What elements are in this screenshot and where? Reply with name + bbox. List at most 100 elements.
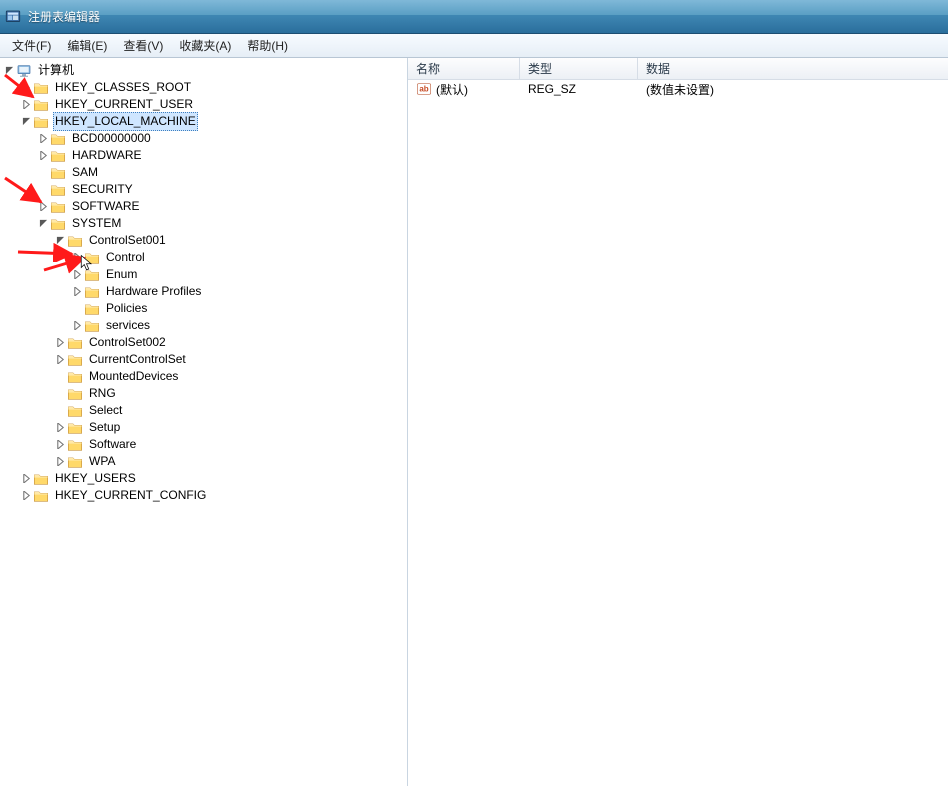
tree-item-label: Policies — [104, 300, 149, 317]
tree-item-label: services — [104, 317, 152, 334]
expander-closed-icon[interactable] — [70, 249, 84, 266]
tree-item-label: HARDWARE — [70, 147, 144, 164]
column-header-name[interactable]: 名称 — [408, 58, 520, 79]
column-header-type[interactable]: 类型 — [520, 58, 638, 79]
folder-icon — [50, 199, 66, 215]
tree-item-[interactable]: 计算机 — [2, 62, 407, 79]
folder-icon — [50, 148, 66, 164]
tree-item-label: Hardware Profiles — [104, 283, 203, 300]
expander-closed-icon[interactable] — [70, 266, 84, 283]
expander-closed-icon[interactable] — [19, 487, 33, 504]
tree-item-currentcontrolset[interactable]: CurrentControlSet — [2, 351, 407, 368]
menu-help[interactable]: 帮助(H) — [239, 35, 296, 56]
tree-item-setup[interactable]: Setup — [2, 419, 407, 436]
list-header: 名称 类型 数据 — [408, 58, 948, 80]
tree-item-label: CurrentControlSet — [87, 351, 188, 368]
folder-icon — [33, 488, 49, 504]
tree-item-label: HKEY_CURRENT_USER — [53, 96, 195, 113]
value-data: (数值未设置) — [638, 81, 948, 98]
tree-item-services[interactable]: services — [2, 317, 407, 334]
expander-open-icon[interactable] — [19, 113, 33, 130]
tree-item-hkey-local-machine[interactable]: HKEY_LOCAL_MACHINE — [2, 113, 407, 130]
tree-item-label: HKEY_LOCAL_MACHINE — [53, 112, 198, 131]
tree-item-label: HKEY_CLASSES_ROOT — [53, 79, 193, 96]
folder-icon — [84, 267, 100, 283]
value-type: REG_SZ — [520, 82, 638, 96]
list-body[interactable]: ab (默认)REG_SZ(数值未设置) — [408, 80, 948, 786]
expander-closed-icon[interactable] — [53, 334, 67, 351]
expander-closed-icon[interactable] — [70, 317, 84, 334]
tree-item-controlset001[interactable]: ControlSet001 — [2, 232, 407, 249]
expander-closed-icon[interactable] — [53, 453, 67, 470]
menu-edit[interactable]: 编辑(E) — [59, 35, 115, 56]
tree-item-security[interactable]: SECURITY — [2, 181, 407, 198]
expander-open-icon[interactable] — [36, 215, 50, 232]
list-row[interactable]: ab (默认)REG_SZ(数值未设置) — [408, 80, 948, 98]
tree-item-sam[interactable]: SAM — [2, 164, 407, 181]
tree-item-controlset002[interactable]: ControlSet002 — [2, 334, 407, 351]
tree-item-label: HKEY_USERS — [53, 470, 138, 487]
client-area: 计算机 HKEY_CLASSES_ROOT HKEY_CURRENT_USER … — [0, 58, 948, 786]
tree-item-software[interactable]: Software — [2, 436, 407, 453]
folder-icon — [50, 165, 66, 181]
expander-closed-icon[interactable] — [19, 96, 33, 113]
expander-closed-icon[interactable] — [36, 198, 50, 215]
tree-item-policies[interactable]: Policies — [2, 300, 407, 317]
folder-icon — [67, 369, 83, 385]
menubar: 文件(F) 编辑(E) 查看(V) 收藏夹(A) 帮助(H) — [0, 34, 948, 58]
folder-icon — [67, 454, 83, 470]
expander-open-icon[interactable] — [53, 232, 67, 249]
expander-closed-icon[interactable] — [53, 351, 67, 368]
folder-icon — [84, 284, 100, 300]
expander-closed-icon[interactable] — [36, 130, 50, 147]
tree-item-hkey-current-config[interactable]: HKEY_CURRENT_CONFIG — [2, 487, 407, 504]
tree-item-rng[interactable]: RNG — [2, 385, 407, 402]
tree-item-label: SYSTEM — [70, 215, 123, 232]
tree-item-system[interactable]: SYSTEM — [2, 215, 407, 232]
folder-icon — [33, 114, 49, 130]
computer-icon — [16, 63, 32, 79]
tree-item-hkey-current-user[interactable]: HKEY_CURRENT_USER — [2, 96, 407, 113]
tree-item-software[interactable]: SOFTWARE — [2, 198, 407, 215]
tree-item-label: BCD00000000 — [70, 130, 153, 147]
expander-closed-icon[interactable] — [53, 436, 67, 453]
folder-icon — [33, 80, 49, 96]
svg-text:ab: ab — [419, 85, 428, 94]
expander-closed-icon[interactable] — [70, 283, 84, 300]
tree-item-control[interactable]: Control — [2, 249, 407, 266]
folder-icon — [84, 318, 100, 334]
values-list: 名称 类型 数据 ab (默认)REG_SZ(数值未设置) — [408, 58, 948, 786]
menu-view[interactable]: 查看(V) — [115, 35, 171, 56]
folder-icon — [50, 216, 66, 232]
tree-item-hkey-users[interactable]: HKEY_USERS — [2, 470, 407, 487]
column-header-data[interactable]: 数据 — [638, 58, 948, 79]
tree-item-label: SAM — [70, 164, 100, 181]
tree-item-label: HKEY_CURRENT_CONFIG — [53, 487, 208, 504]
menu-file[interactable]: 文件(F) — [4, 35, 59, 56]
tree-item-wpa[interactable]: WPA — [2, 453, 407, 470]
regedit-app-icon — [4, 8, 22, 26]
folder-icon — [50, 182, 66, 198]
registry-tree[interactable]: 计算机 HKEY_CLASSES_ROOT HKEY_CURRENT_USER … — [0, 58, 408, 786]
expander-closed-icon[interactable] — [36, 147, 50, 164]
tree-item-label: MountedDevices — [87, 368, 180, 385]
folder-icon — [67, 386, 83, 402]
expander-closed-icon[interactable] — [19, 79, 33, 96]
folder-icon — [67, 403, 83, 419]
tree-item-label: WPA — [87, 453, 117, 470]
tree-item-hardware[interactable]: HARDWARE — [2, 147, 407, 164]
menu-favorites[interactable]: 收藏夹(A) — [171, 35, 239, 56]
tree-item-hardware-profiles[interactable]: Hardware Profiles — [2, 283, 407, 300]
tree-item-label: RNG — [87, 385, 118, 402]
tree-item-label: Select — [87, 402, 124, 419]
tree-item-enum[interactable]: Enum — [2, 266, 407, 283]
folder-icon — [67, 420, 83, 436]
tree-item-label: ControlSet002 — [87, 334, 168, 351]
expander-closed-icon[interactable] — [53, 419, 67, 436]
expander-closed-icon[interactable] — [19, 470, 33, 487]
expander-open-icon[interactable] — [2, 62, 16, 79]
tree-item-select[interactable]: Select — [2, 402, 407, 419]
tree-item-mounteddevices[interactable]: MountedDevices — [2, 368, 407, 385]
tree-item-bcd00000000[interactable]: BCD00000000 — [2, 130, 407, 147]
tree-item-hkey-classes-root[interactable]: HKEY_CLASSES_ROOT — [2, 79, 407, 96]
